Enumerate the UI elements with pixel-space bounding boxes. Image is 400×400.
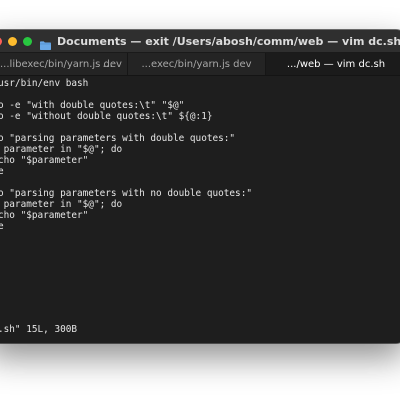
minimize-button[interactable] [8, 36, 17, 46]
code-line: parameter in "$@"; do [0, 144, 123, 155]
tab-bar: ...libexec/bin/yarn.js dev ... ...exec/b… [0, 53, 400, 76]
code-line: e [0, 166, 4, 177]
code-line: o "parsing parameters with no double quo… [0, 188, 252, 199]
tab-yarn-libexec[interactable]: ...libexec/bin/yarn.js dev ... [0, 53, 128, 75]
code-line: o "parsing parameters with double quotes… [0, 133, 236, 144]
vim-status-line: .sh" 15L, 300B [0, 324, 78, 335]
code-line: o -e "without double quotes:\t" ${@:1} [0, 111, 213, 122]
code-line: parameter in "$@"; do [0, 199, 123, 210]
code-line: o -e "with double quotes:\t" "$@" [0, 100, 185, 111]
tab-overflow-ellipsis: ... [102, 57, 114, 70]
folder-icon [40, 37, 51, 50]
code-line: usr/bin/env bash [0, 78, 89, 89]
tab-yarn-exec[interactable]: ...exec/bin/yarn.js dev [128, 53, 266, 75]
tab-vim-dc-sh[interactable]: .../web — vim dc.sh [266, 53, 400, 75]
terminal-content[interactable]: usr/bin/env bash o -e "with double quote… [0, 76, 400, 343]
tab-label: .../web — vim dc.sh [286, 58, 386, 70]
screenshot-stage: Documents — exit /Users/abosh/comm/web —… [0, 0, 400, 400]
zoom-button[interactable] [23, 36, 32, 46]
window-title: Documents — exit /Users/abosh/comm/web —… [57, 34, 400, 48]
window-titlebar: Documents — exit /Users/abosh/comm/web —… [0, 30, 400, 53]
code-line: e [0, 221, 4, 232]
close-button[interactable] [0, 36, 2, 46]
traffic-lights [0, 36, 32, 46]
code-line: cho "$parameter" [0, 210, 89, 221]
terminal-window: Documents — exit /Users/abosh/comm/web —… [0, 30, 400, 343]
tab-label: ...exec/bin/yarn.js dev [141, 58, 252, 70]
code-line: cho "$parameter" [0, 155, 89, 166]
